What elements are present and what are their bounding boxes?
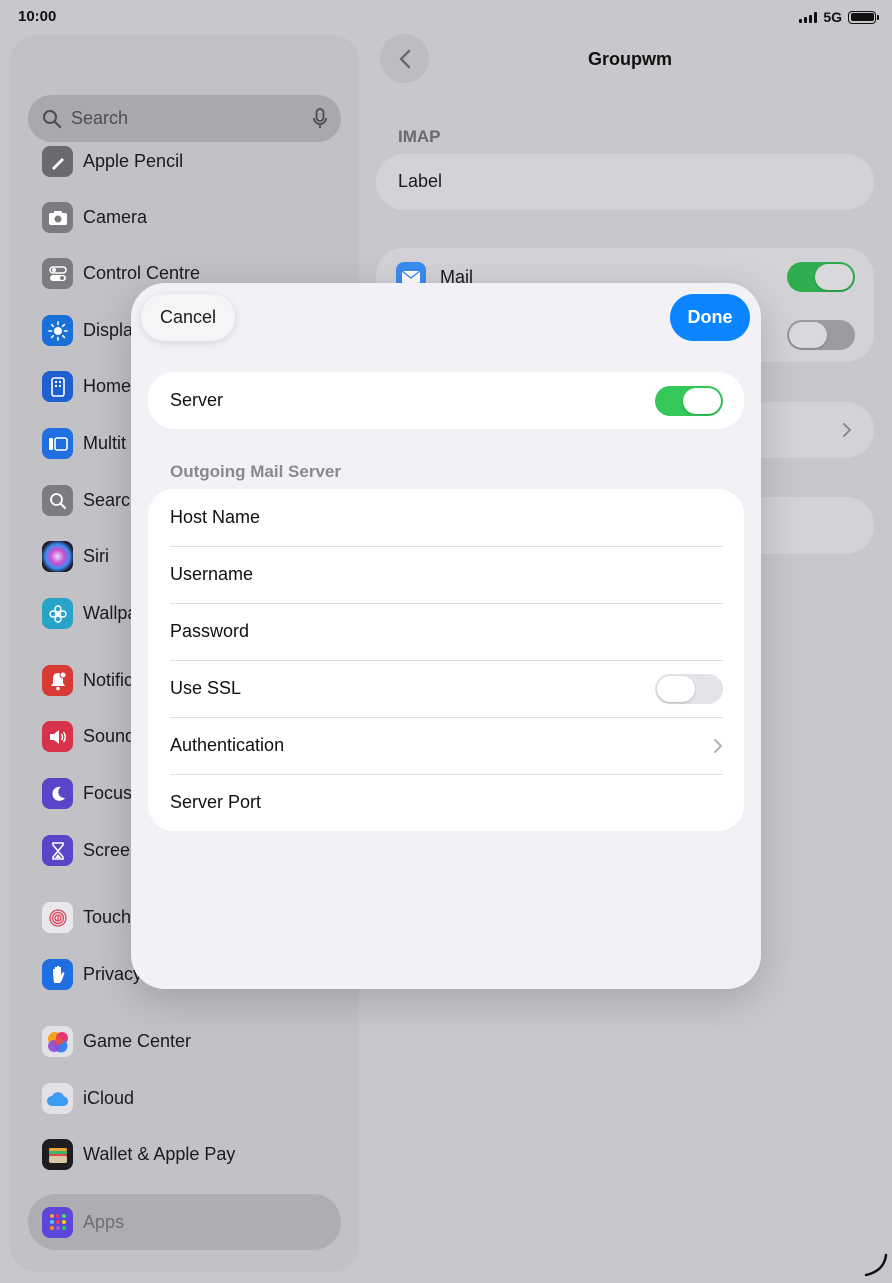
username-field[interactable]: Username	[148, 546, 744, 603]
server-card: Server	[148, 372, 744, 429]
outgoing-section-header: Outgoing Mail Server	[170, 462, 341, 481]
sidebar-item-label: iCloud	[83, 1088, 135, 1108]
sidebar-item-label: Control Centre	[83, 263, 201, 283]
authentication-row[interactable]: Authentication	[148, 717, 744, 774]
hand-icon	[42, 959, 73, 990]
search-field[interactable]: Search	[28, 95, 341, 142]
flower-icon	[42, 598, 73, 629]
sidebar-item-screen-time[interactable]: Scree	[42, 835, 130, 866]
fingerprint-icon	[42, 902, 73, 933]
sidebar-item-icloud[interactable]: iCloud	[42, 1083, 134, 1114]
status-time: 10:00	[18, 8, 57, 25]
apps-label: Apps	[83, 1211, 125, 1232]
resize-corner-icon	[864, 1253, 888, 1277]
use-ssl-toggle[interactable]	[655, 673, 723, 704]
apps-grid-icon	[42, 1206, 73, 1238]
sidebar-item-apps[interactable]: Apps	[28, 1194, 341, 1250]
chevron-left-icon	[399, 49, 410, 68]
password-field[interactable]: Password	[148, 603, 744, 660]
home-screen-icon	[42, 371, 73, 402]
mail-toggle[interactable]	[787, 262, 855, 292]
sidebar-item-display[interactable]: Displa	[42, 315, 133, 346]
server-label: Server	[170, 390, 224, 410]
page-title: Groupwm	[588, 49, 672, 69]
search-icon	[42, 485, 73, 516]
sidebar-item-camera[interactable]: Camera	[42, 202, 147, 233]
done-button[interactable]: Done	[670, 294, 750, 341]
sidebar-item-multitasking[interactable]: Multit	[42, 428, 126, 459]
host-name-label: Host Name	[170, 507, 261, 527]
sidebar-item-notifications[interactable]: Notific	[42, 665, 133, 696]
server-port-field[interactable]: Server Port	[148, 774, 744, 831]
sidebar-item-label: Game Center	[83, 1031, 192, 1051]
sidebar-item-label: Wallet & Apple Pay	[83, 1144, 236, 1164]
back-button[interactable]	[380, 34, 429, 83]
sidebar-item-label: Siri	[83, 546, 109, 566]
wallet-icon	[42, 1139, 73, 1170]
label-card	[376, 154, 874, 210]
chevron-right-icon	[843, 423, 851, 437]
siri-icon	[42, 541, 73, 572]
server-row: Server	[148, 372, 744, 429]
sidebar-item-label: Camera	[83, 207, 148, 227]
multitasking-icon	[42, 428, 73, 459]
sidebar-item-label: Wallpa	[83, 603, 138, 623]
outgoing-server-card: Host Name Username Password Use SSL Auth…	[148, 489, 744, 831]
chevron-right-icon	[714, 738, 722, 753]
toggles-icon	[42, 258, 73, 289]
label-row[interactable]: Label	[398, 171, 442, 192]
sidebar-item-wallpaper[interactable]: Wallpa	[42, 598, 137, 629]
screen: 10:00 5G Search Apple Pencil Camera Cont…	[0, 0, 892, 1283]
use-ssl-label: Use SSL	[170, 678, 242, 698]
sidebar-item-game-center[interactable]: Game Center	[42, 1026, 191, 1057]
sidebar-item-label: Searc	[83, 490, 131, 510]
sidebar-item-label: Multit	[83, 433, 127, 453]
imap-section-header: IMAP	[398, 127, 441, 146]
camera-icon	[42, 202, 73, 233]
pencil-icon	[42, 146, 73, 177]
sidebar-item-label: Home	[83, 376, 132, 396]
signal-icon	[799, 11, 818, 23]
sidebar-item-siri[interactable]: Siri	[42, 541, 109, 572]
sidebar-item-home-screen[interactable]: Home	[42, 371, 131, 402]
authentication-label: Authentication	[170, 735, 285, 755]
sidebar-item-wallet[interactable]: Wallet & Apple Pay	[42, 1139, 235, 1170]
microphone-icon[interactable]	[313, 107, 327, 130]
notes-toggle[interactable]	[787, 320, 855, 350]
server-toggle[interactable]	[655, 385, 723, 416]
status-indicators: 5G	[799, 9, 879, 25]
sidebar-item-label: Sound	[83, 726, 136, 746]
sidebar-item-label: Touch	[83, 907, 132, 927]
username-label: Username	[170, 564, 254, 584]
sidebar-item-label: Scree	[83, 840, 131, 860]
search-icon	[43, 109, 62, 128]
search-placeholder: Search	[71, 108, 129, 128]
sidebar-item-privacy[interactable]: Privacy	[42, 959, 142, 990]
sidebar-item-touch-id[interactable]: Touch	[42, 902, 131, 933]
sidebar-item-apple-pencil[interactable]: Apple Pencil	[42, 146, 183, 177]
moon-icon	[42, 778, 73, 809]
password-label: Password	[170, 621, 250, 641]
network-label: 5G	[823, 9, 842, 25]
smtp-server-sheet: Cancel Done Server Outgoing Mail Server …	[131, 283, 761, 989]
cloud-icon	[42, 1083, 73, 1114]
speaker-icon	[42, 721, 73, 752]
sidebar-item-label: Notific	[83, 670, 134, 690]
battery-icon	[848, 10, 879, 24]
host-name-field[interactable]: Host Name	[148, 489, 744, 546]
sidebar-item-search[interactable]: Searc	[42, 485, 130, 516]
use-ssl-row: Use SSL	[148, 660, 744, 717]
sidebar-item-label: Apple Pencil	[83, 151, 184, 171]
hourglass-icon	[42, 835, 73, 866]
sidebar-item-label: Focus	[83, 783, 133, 803]
bell-icon	[42, 665, 73, 696]
sidebar-item-label: Displa	[83, 320, 134, 340]
server-port-label: Server Port	[170, 792, 262, 812]
sidebar-item-sounds[interactable]: Sound	[42, 721, 135, 752]
game-center-icon	[42, 1026, 73, 1057]
sidebar-item-focus[interactable]: Focus	[42, 778, 132, 809]
sun-icon	[42, 315, 73, 346]
cancel-button[interactable]: Cancel	[141, 294, 235, 341]
